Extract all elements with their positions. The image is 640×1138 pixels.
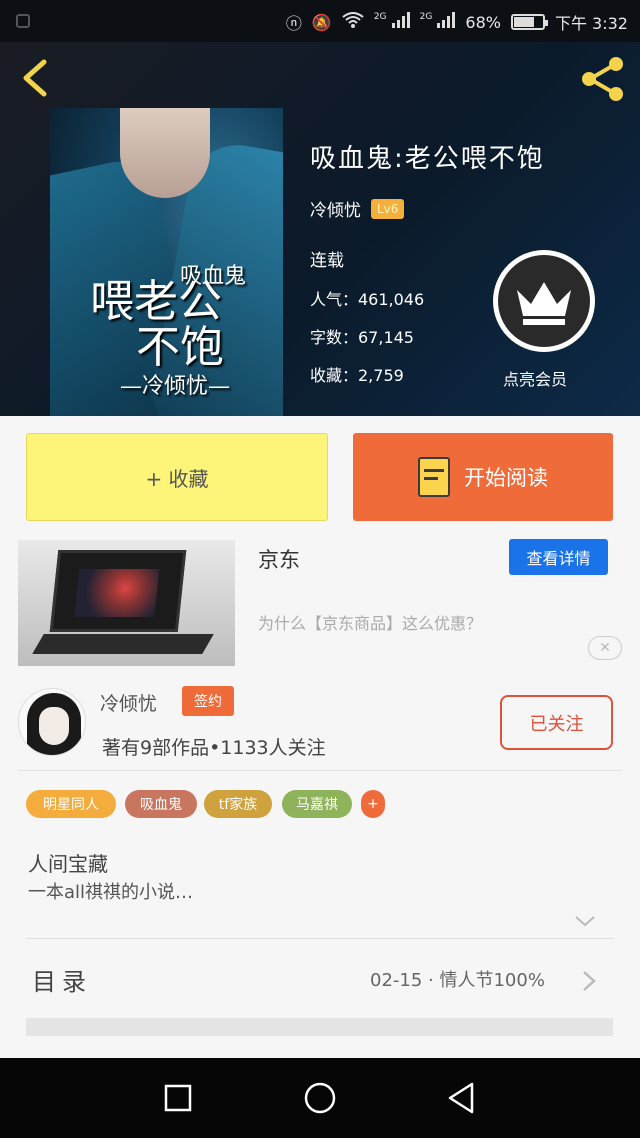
home-button[interactable] [302, 1080, 338, 1116]
status-bar: ⓝ 🔕 2G 2G 68% 下午 3:32 [0, 0, 640, 42]
section-separator [26, 1018, 613, 1036]
ad-brand[interactable]: 京东 [258, 544, 300, 574]
vip-button[interactable] [493, 250, 595, 352]
author-meta: 著有9部作品•1133人关注 [102, 737, 326, 759]
signed-badge: 签约 [182, 686, 234, 716]
circle-icon [304, 1082, 336, 1114]
expand-intro-button[interactable] [574, 910, 596, 932]
start-reading-label: 开始阅读 [464, 466, 548, 490]
chevron-left-icon [23, 59, 47, 97]
author-avatar[interactable] [18, 688, 86, 756]
signal-icon-2: 2G [420, 12, 456, 32]
book-status: 连载 [310, 251, 344, 271]
tag-3[interactable]: tf家族 [204, 790, 272, 818]
divider [26, 938, 614, 939]
tag-4[interactable]: 马嘉祺 [282, 790, 352, 818]
book-title: 吸血鬼:老公喂不饱 [310, 144, 545, 174]
book-favorites: 收藏：2,759 [310, 366, 404, 385]
avatar-face [39, 707, 69, 745]
wifi-icon [342, 12, 364, 32]
ad-close-button[interactable]: ✕ [588, 636, 622, 660]
battery-icon [510, 14, 548, 30]
chevron-right-icon [583, 971, 596, 991]
notification-icon [16, 14, 30, 28]
status-icons: ⓝ 🔕 2G 2G 68% 下午 3:32 [286, 10, 628, 34]
follow-button[interactable]: 已关注 [500, 695, 613, 750]
book-author[interactable]: 冷倾忧 [310, 196, 361, 221]
add-tag-button[interactable]: + [361, 790, 385, 818]
divider [18, 770, 622, 771]
book-header: 吸血鬼 喂老公 不饱 —冷倾忧— 吸血鬼:老公喂不饱 冷倾忧 Lv6 连载 人气… [0, 42, 640, 416]
cover-title-line3: 不饱 [136, 322, 224, 373]
cover-title-line2: 喂老公 [90, 276, 222, 327]
intro-line-1: 人间宝藏 [28, 852, 108, 876]
ad-description[interactable]: 为什么【京东商品】这么优惠？ [258, 610, 482, 634]
toc-label[interactable]: 目录 [32, 962, 92, 997]
mute-icon: 🔕 [311, 12, 332, 32]
book-icon [418, 457, 450, 497]
tag-2[interactable]: 吸血鬼 [125, 790, 197, 818]
vip-label[interactable]: 点亮会员 [503, 366, 567, 390]
collect-button[interactable]: + 收藏 [26, 433, 328, 521]
toc-open-button[interactable] [580, 968, 598, 994]
cover-art-3 [120, 108, 210, 198]
book-author-row: 冷倾忧 Lv6 [310, 196, 405, 221]
crown-icon [517, 282, 571, 325]
clock: 下午 3:32 [554, 14, 628, 33]
share-icon [582, 57, 623, 101]
triangle-back-icon [448, 1082, 474, 1114]
network-type-1: 2G [373, 12, 387, 22]
signal-icon-1: 2G [374, 12, 410, 32]
network-type-2: 2G [419, 12, 433, 22]
battery-fill [513, 17, 535, 27]
author-name[interactable]: 冷倾忧 [100, 689, 157, 716]
intro-line-2: 一本all祺祺的小说… [28, 882, 194, 903]
ad-image[interactable] [18, 540, 235, 666]
level-badge: Lv6 [371, 198, 405, 219]
ad-detail-button[interactable]: 查看详情 [509, 539, 608, 575]
back-button[interactable] [16, 56, 56, 100]
laptop-keyboard [32, 634, 214, 654]
book-word-count: 字数：67,145 [310, 328, 414, 347]
square-icon [164, 1084, 192, 1112]
system-nav-bar [0, 1058, 640, 1138]
back-nav-button[interactable] [444, 1080, 480, 1116]
chevron-down-icon [575, 916, 595, 927]
share-button[interactable] [578, 56, 628, 102]
battery-percent: 68% [465, 12, 501, 32]
nfc-icon: ⓝ [285, 14, 302, 33]
laptop-screen [49, 550, 187, 632]
start-reading-button[interactable]: 开始阅读 [353, 433, 613, 521]
cover-author: —冷倾忧— [120, 374, 231, 399]
recent-apps-button[interactable] [160, 1080, 196, 1116]
book-popularity: 人气：461,046 [310, 290, 425, 309]
book-cover[interactable]: 吸血鬼 喂老公 不饱 —冷倾忧— [50, 108, 283, 416]
toc-latest-chapter[interactable]: 02-15 · 情人节100% [370, 966, 545, 992]
tag-1[interactable]: 明星同人 [26, 790, 116, 818]
